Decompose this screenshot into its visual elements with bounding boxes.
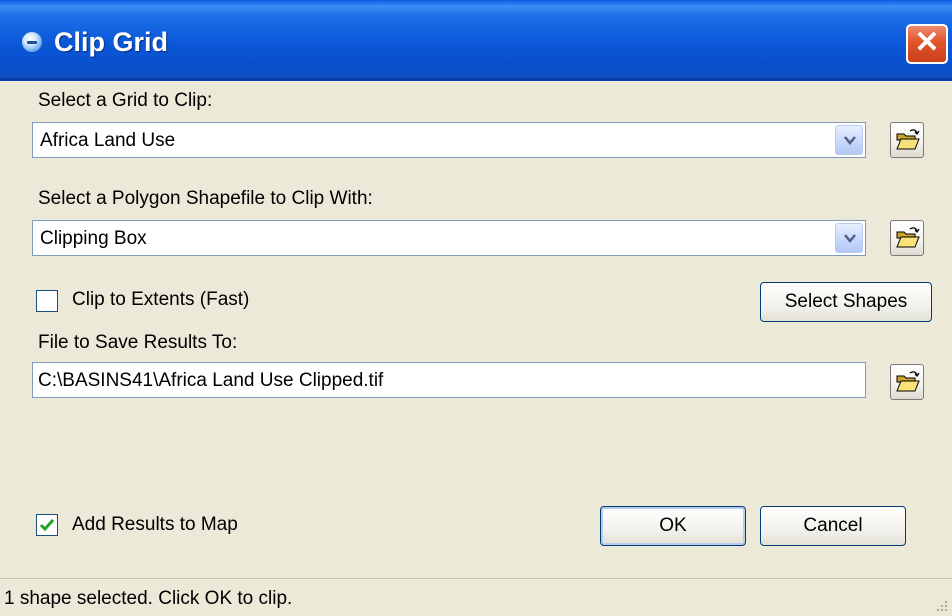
clip-grid-dialog: Clip Grid ✕ Select a Grid to Clip: Afric… (0, 0, 952, 616)
chevron-down-icon[interactable] (835, 223, 863, 253)
browse-grid-button[interactable] (890, 122, 924, 158)
polygon-select-value: Clipping Box (40, 228, 147, 249)
close-icon: ✕ (914, 26, 940, 59)
polygon-select[interactable]: Clipping Box (32, 220, 866, 256)
status-text: 1 shape selected. Click OK to clip. (4, 588, 293, 609)
status-bar: 1 shape selected. Click OK to clip. (0, 578, 952, 616)
cancel-button[interactable]: Cancel (760, 506, 906, 546)
title-bar[interactable]: Clip Grid ✕ (0, 0, 952, 81)
add-results-label[interactable]: Add Results to Map (72, 514, 238, 536)
globe-icon (22, 32, 42, 52)
resize-grip-icon[interactable] (934, 599, 948, 613)
browse-polygon-button[interactable] (890, 220, 924, 256)
window-title: Clip Grid (54, 27, 168, 57)
save-path-value: C:\BASINS41\Africa Land Use Clipped.tif (38, 370, 384, 391)
select-shapes-button[interactable]: Select Shapes (760, 282, 932, 322)
save-label: File to Save Results To: (38, 332, 238, 353)
clip-extents-label[interactable]: Clip to Extents (Fast) (72, 289, 249, 311)
open-folder-icon (896, 129, 920, 150)
open-folder-icon (896, 227, 920, 248)
grid-select-value: Africa Land Use (40, 130, 176, 151)
browse-save-button[interactable] (890, 364, 924, 400)
close-button[interactable]: ✕ (906, 24, 948, 64)
grid-label: Select a Grid to Clip: (38, 90, 213, 111)
save-path-input[interactable]: C:\BASINS41\Africa Land Use Clipped.tif (32, 362, 866, 398)
polygon-label: Select a Polygon Shapefile to Clip With: (38, 188, 373, 209)
checkmark-icon (39, 519, 55, 532)
ok-button[interactable]: OK (600, 506, 746, 546)
chevron-down-icon[interactable] (835, 125, 863, 155)
open-folder-icon (896, 371, 920, 392)
grid-select[interactable]: Africa Land Use (32, 122, 866, 158)
add-results-checkbox[interactable] (36, 514, 58, 536)
clip-extents-checkbox[interactable] (36, 290, 58, 312)
